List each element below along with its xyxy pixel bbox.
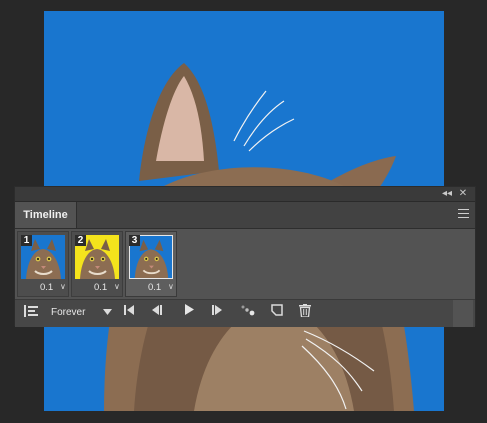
animation-frame-3[interactable]: 3 0.1 ∨ (125, 231, 177, 297)
first-frame-icon[interactable] (121, 304, 137, 322)
tab-timeline[interactable]: Timeline (15, 202, 77, 228)
previous-frame-icon[interactable] (149, 304, 165, 322)
frame-number: 3 (129, 235, 140, 246)
play-icon[interactable] (181, 304, 197, 322)
panel-titlebar: ◂◂ ✕ (15, 187, 475, 202)
chevron-down-icon[interactable]: ∨ (60, 282, 66, 291)
collapse-panel-button[interactable]: ◂◂ (441, 187, 453, 201)
convert-timeline-icon[interactable] (21, 304, 41, 322)
tween-icon[interactable] (239, 304, 257, 322)
frame-strip: 1 0.1 ∨ 2 0.1 ∨ 3 0.1 ∨ (17, 231, 475, 299)
hamburger-menu-icon[interactable] (458, 209, 469, 221)
close-panel-button[interactable]: ✕ (457, 187, 469, 201)
next-frame-icon[interactable] (209, 304, 225, 322)
trash-icon[interactable] (297, 304, 313, 322)
chevron-down-icon[interactable]: ∨ (168, 282, 174, 291)
frame-delay[interactable]: 0.1 (94, 282, 107, 293)
timeline-controls: Forever (15, 299, 475, 327)
frame-delay[interactable]: 0.1 (148, 282, 161, 293)
duplicate-frame-icon[interactable] (269, 304, 285, 322)
animation-frame-1[interactable]: 1 0.1 ∨ (17, 231, 69, 297)
panel-resize-area (453, 300, 473, 327)
panel-tabstrip: Timeline (15, 202, 475, 229)
timeline-panel: ◂◂ ✕ Timeline 1 0.1 ∨ 2 0.1 ∨ 3 0.1 ∨ Fo… (14, 186, 476, 327)
loop-options-select[interactable]: Forever (51, 304, 93, 322)
chevron-down-icon[interactable] (101, 304, 113, 322)
chevron-down-icon[interactable]: ∨ (114, 282, 120, 291)
frame-number: 2 (75, 235, 86, 246)
animation-frame-2[interactable]: 2 0.1 ∨ (71, 231, 123, 297)
frame-delay[interactable]: 0.1 (40, 282, 53, 293)
frame-number: 1 (21, 235, 32, 246)
